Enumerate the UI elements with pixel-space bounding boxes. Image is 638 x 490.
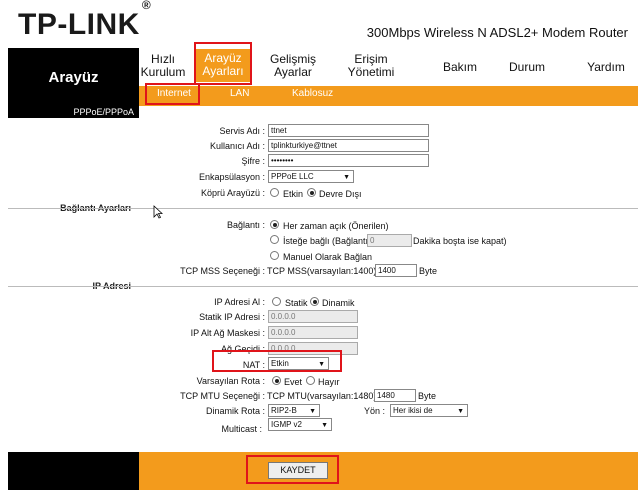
gateway-input[interactable]: 0.0.0.0 — [268, 342, 358, 355]
service-name-label: Servis Adı : — [219, 126, 265, 136]
idle-timeout-suffix: Dakika boşta ise kapat) — [413, 236, 507, 246]
chevron-down-icon: ▼ — [321, 422, 328, 429]
tab-wireless[interactable]: Kablosuz — [292, 88, 333, 99]
nav-access-management[interactable]: Erişim Yönetimi — [343, 53, 399, 79]
chevron-down-icon: ▼ — [309, 408, 316, 415]
divider — [8, 208, 139, 209]
footer-left-panel — [8, 452, 139, 490]
nav-label: Durum — [508, 60, 545, 74]
divider — [139, 208, 638, 209]
default-route-no-radio[interactable] — [306, 376, 315, 385]
gateway-label: Ağ Geçidi : — [220, 344, 265, 354]
encapsulation-select[interactable]: PPPoE LLC ▼ — [268, 170, 354, 183]
bridge-enable-radio[interactable] — [270, 188, 279, 197]
connection-manual-label: Manuel Olarak Bağlan — [283, 252, 373, 262]
nav-label: Ayarları — [202, 64, 244, 78]
username-label: Kullanıcı Adı : — [209, 141, 265, 151]
nat-select[interactable]: Etkin ▼ — [268, 357, 329, 370]
default-route-yes-label: Evet — [284, 377, 303, 387]
idle-timeout-input[interactable]: 0 — [367, 234, 412, 247]
direction-select[interactable]: Her ikisi de ▼ — [390, 404, 468, 417]
tcp-mss-unit: Byte — [419, 266, 438, 276]
nat-label: NAT : — [242, 360, 265, 370]
default-route-yes-radio[interactable] — [272, 376, 281, 385]
nav-status[interactable]: Durum — [507, 61, 547, 74]
chevron-down-icon: ▼ — [343, 174, 350, 181]
model-name: 300Mbps Wireless N ADSL2+ Modem Router — [366, 25, 628, 40]
service-name-input[interactable]: ttnet — [268, 124, 429, 137]
tcp-mtu-unit: Byte — [418, 391, 437, 401]
direction-value: Her ikisi de — [393, 406, 433, 415]
tab-internet[interactable]: Internet — [157, 88, 191, 99]
connection-on-demand-label: İsteğe bağlı (Bağlantı — [283, 236, 369, 246]
password-label: Şifre : — [241, 156, 265, 166]
connection-always-on-radio[interactable] — [270, 220, 279, 229]
nav-label: Kurulum — [140, 65, 186, 79]
dynamic-route-select[interactable]: RIP2-B ▼ — [268, 404, 320, 417]
brand-logo: TP-LINK® — [18, 0, 151, 42]
tcp-mss-input[interactable]: 1400 — [375, 264, 417, 277]
nav-help[interactable]: Yardım — [584, 61, 628, 74]
encapsulation-value: PPPoE LLC — [271, 172, 314, 181]
header: TP-LINK® 300Mbps Wireless N ADSL2+ Modem… — [0, 0, 638, 48]
tcp-mss-label: TCP MSS Seçeneği : — [180, 266, 265, 276]
bridge-interface-label: Köprü Arayüzü : — [200, 188, 265, 198]
multicast-select[interactable]: IGMP v2 ▼ — [268, 418, 332, 431]
tcp-mtu-default-text: TCP MTU(varsayılan:1480) — [267, 391, 377, 401]
logo-trademark: ® — [141, 0, 152, 12]
password-input[interactable]: •••••••• — [268, 154, 429, 167]
ip-static-radio[interactable] — [272, 297, 281, 306]
username-input[interactable]: tplinkturkiye@ttnet — [268, 139, 429, 152]
connection-always-on-label: Her zaman açık (Önerilen) — [283, 221, 389, 231]
connection-label: Bağlantı : — [226, 220, 265, 230]
ip-dynamic-radio[interactable] — [310, 297, 319, 306]
divider — [139, 286, 638, 287]
save-button[interactable]: KAYDET — [268, 462, 328, 479]
tcp-mss-default-text: TCP MSS(varsayılan:1400) — [267, 266, 377, 276]
subtab-bar — [139, 86, 638, 106]
ip-static-label: Statik — [285, 298, 308, 308]
nav-label: Yönetimi — [347, 65, 395, 79]
tab-lan[interactable]: LAN — [230, 88, 249, 99]
bridge-disable-radio[interactable] — [307, 188, 316, 197]
nav-label: Yardım — [587, 60, 625, 74]
subnet-mask-input[interactable]: 0.0.0.0 — [268, 326, 358, 339]
nav-label: Ayarlar — [274, 65, 312, 79]
mouse-cursor-icon — [153, 205, 163, 219]
static-ip-label: Statik IP Adresi : — [199, 312, 265, 322]
nat-value: Etkin — [271, 359, 289, 368]
connection-on-demand-radio[interactable] — [270, 235, 279, 244]
tcp-mtu-label: TCP MTU Seçeneği : — [180, 391, 265, 401]
logo-text: TP-LINK — [18, 8, 140, 41]
nav-label: Bakım — [442, 60, 477, 74]
tcp-mtu-input[interactable]: 1480 — [374, 389, 416, 402]
default-route-label: Varsayılan Rota : — [196, 376, 265, 386]
nav-interface-settings[interactable]: Arayüz Ayarları — [195, 49, 251, 82]
bridge-disable-label: Devre Dışı — [319, 189, 362, 199]
multicast-label: Multicast : — [221, 424, 262, 434]
nav-quick-setup[interactable]: Hızlı Kurulum — [140, 53, 186, 79]
encapsulation-label: Enkapsülasyon : — [198, 172, 265, 182]
dynamic-route-value: RIP2-B — [271, 406, 297, 415]
nav-maintenance[interactable]: Bakım — [440, 61, 480, 74]
current-section-title: Arayüz — [8, 48, 139, 106]
nav-advanced-settings[interactable]: Gelişmiş Ayarlar — [266, 53, 320, 79]
connection-manual-radio[interactable] — [270, 251, 279, 260]
left-section-header: PPPoE/PPPoA — [8, 106, 139, 118]
static-ip-input[interactable]: 0.0.0.0 — [268, 310, 358, 323]
default-route-no-label: Hayır — [318, 377, 340, 387]
divider — [8, 286, 139, 287]
ip-dynamic-label: Dinamik — [322, 298, 355, 308]
direction-label: Yön : — [363, 406, 385, 416]
dynamic-route-label: Dinamik Rota : — [205, 406, 265, 416]
multicast-value: IGMP v2 — [271, 420, 302, 429]
chevron-down-icon: ▼ — [318, 361, 325, 368]
get-ip-label: IP Adresi Al : — [214, 297, 265, 307]
chevron-down-icon: ▼ — [457, 408, 464, 415]
bridge-enable-label: Etkin — [283, 189, 304, 199]
subnet-mask-label: IP Alt Ağ Maskesi : — [190, 328, 265, 338]
